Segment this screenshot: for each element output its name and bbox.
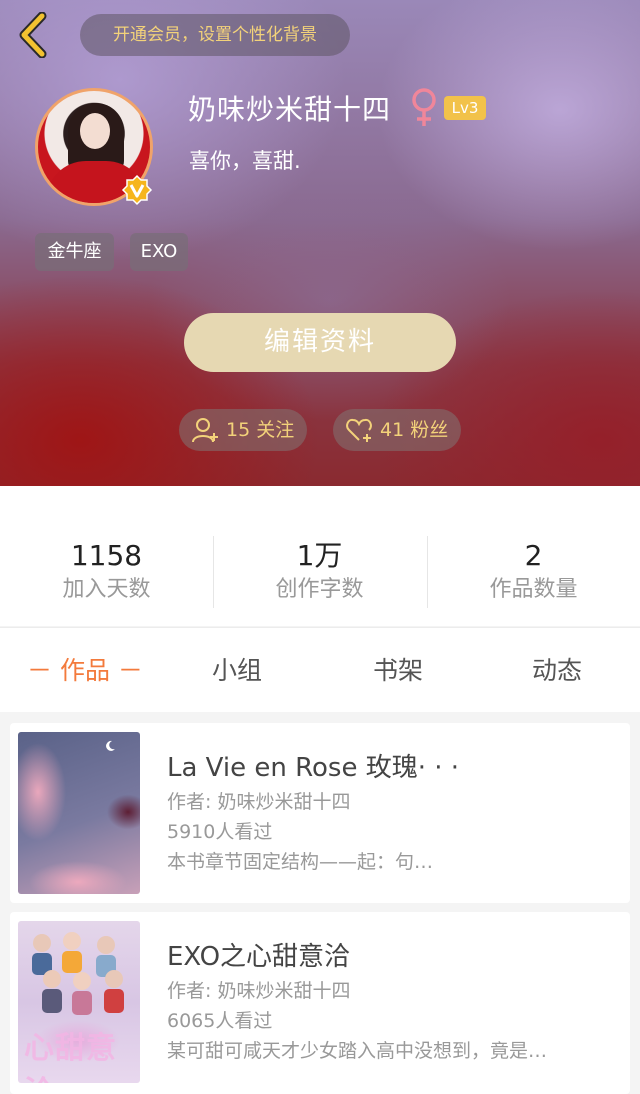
work-card[interactable]: 心甜意洽 EXO之心甜意洽 作者: 奶味炒米甜十四 6065人看过 某可甜可咸天…	[10, 912, 630, 1094]
stat-value: 1万	[296, 539, 343, 572]
work-views: 5910人看过	[167, 821, 273, 843]
user-plus-icon	[192, 418, 218, 443]
book-cover-image	[18, 732, 140, 894]
stat-join-days: 1158 加入天数	[0, 538, 213, 606]
group-portrait-shapes	[32, 932, 124, 1015]
work-description: 本书章节固定结构——起：句…	[167, 851, 434, 873]
avatar-face-shape	[80, 113, 110, 149]
fans-count: 41 粉丝	[380, 419, 449, 441]
chevron-left-icon	[19, 12, 47, 58]
stat-word-count: 1万 创作字数	[213, 538, 426, 606]
fans-button[interactable]: 41 粉丝	[333, 409, 461, 451]
tab-works[interactable]: － 作品 －	[27, 628, 143, 713]
edit-profile-button[interactable]: 编辑资料	[184, 313, 456, 372]
female-gender-icon	[412, 88, 436, 126]
work-description: 某可甜可咸天才少女踏入高中没想到，竟是…	[167, 1040, 548, 1062]
work-title: EXO之心甜意洽	[167, 942, 351, 972]
user-bio: 喜你，喜甜.	[189, 149, 301, 173]
username: 奶味炒米甜十四	[188, 93, 392, 126]
stat-works-count: 2 作品数量	[427, 538, 640, 606]
work-views: 6065人看过	[167, 1010, 273, 1032]
cover-title-text: 心甜意洽	[24, 1031, 117, 1083]
stats-bar: 1158 加入天数 1万 创作字数 2 作品数量	[0, 486, 640, 626]
work-card[interactable]: La Vie en Rose 玫瑰· · · 作者: 奶味炒米甜十四 5910人…	[10, 723, 630, 903]
stat-value: 2	[524, 539, 543, 572]
verified-v-badge-icon	[121, 174, 153, 206]
profile-tag: EXO	[130, 233, 188, 271]
tab-activity[interactable]: 动态	[532, 628, 582, 713]
book-cover-image: 心甜意洽	[18, 921, 140, 1083]
work-author: 作者: 奶味炒米甜十四	[167, 791, 351, 813]
stat-label: 作品数量	[489, 577, 578, 602]
back-button[interactable]	[14, 12, 54, 58]
following-count: 15 关注	[226, 419, 295, 441]
vip-background-banner[interactable]: 开通会员，设置个性化背景	[80, 14, 350, 56]
following-button[interactable]: 15 关注	[179, 409, 307, 451]
stat-label: 加入天数	[62, 577, 151, 602]
work-title: La Vie en Rose 玫瑰· · ·	[167, 753, 460, 783]
work-author: 作者: 奶味炒米甜十四	[167, 980, 351, 1002]
profile-tabs: － 作品 － 小组 书架 动态	[0, 627, 640, 712]
stat-value: 1158	[70, 539, 143, 572]
moon-icon	[106, 740, 115, 751]
tab-groups[interactable]: 小组	[212, 628, 262, 713]
tab-bookshelf[interactable]: 书架	[373, 628, 423, 713]
stat-label: 创作字数	[275, 577, 364, 602]
level-badge: Lv3	[444, 96, 486, 120]
profile-tag: 金牛座	[35, 233, 114, 271]
profile-header: 开通会员，设置个性化背景 奶味炒米甜十四 Lv3 喜你，喜甜. 金牛座 EXO …	[0, 0, 640, 486]
heart-plus-icon	[346, 418, 372, 442]
